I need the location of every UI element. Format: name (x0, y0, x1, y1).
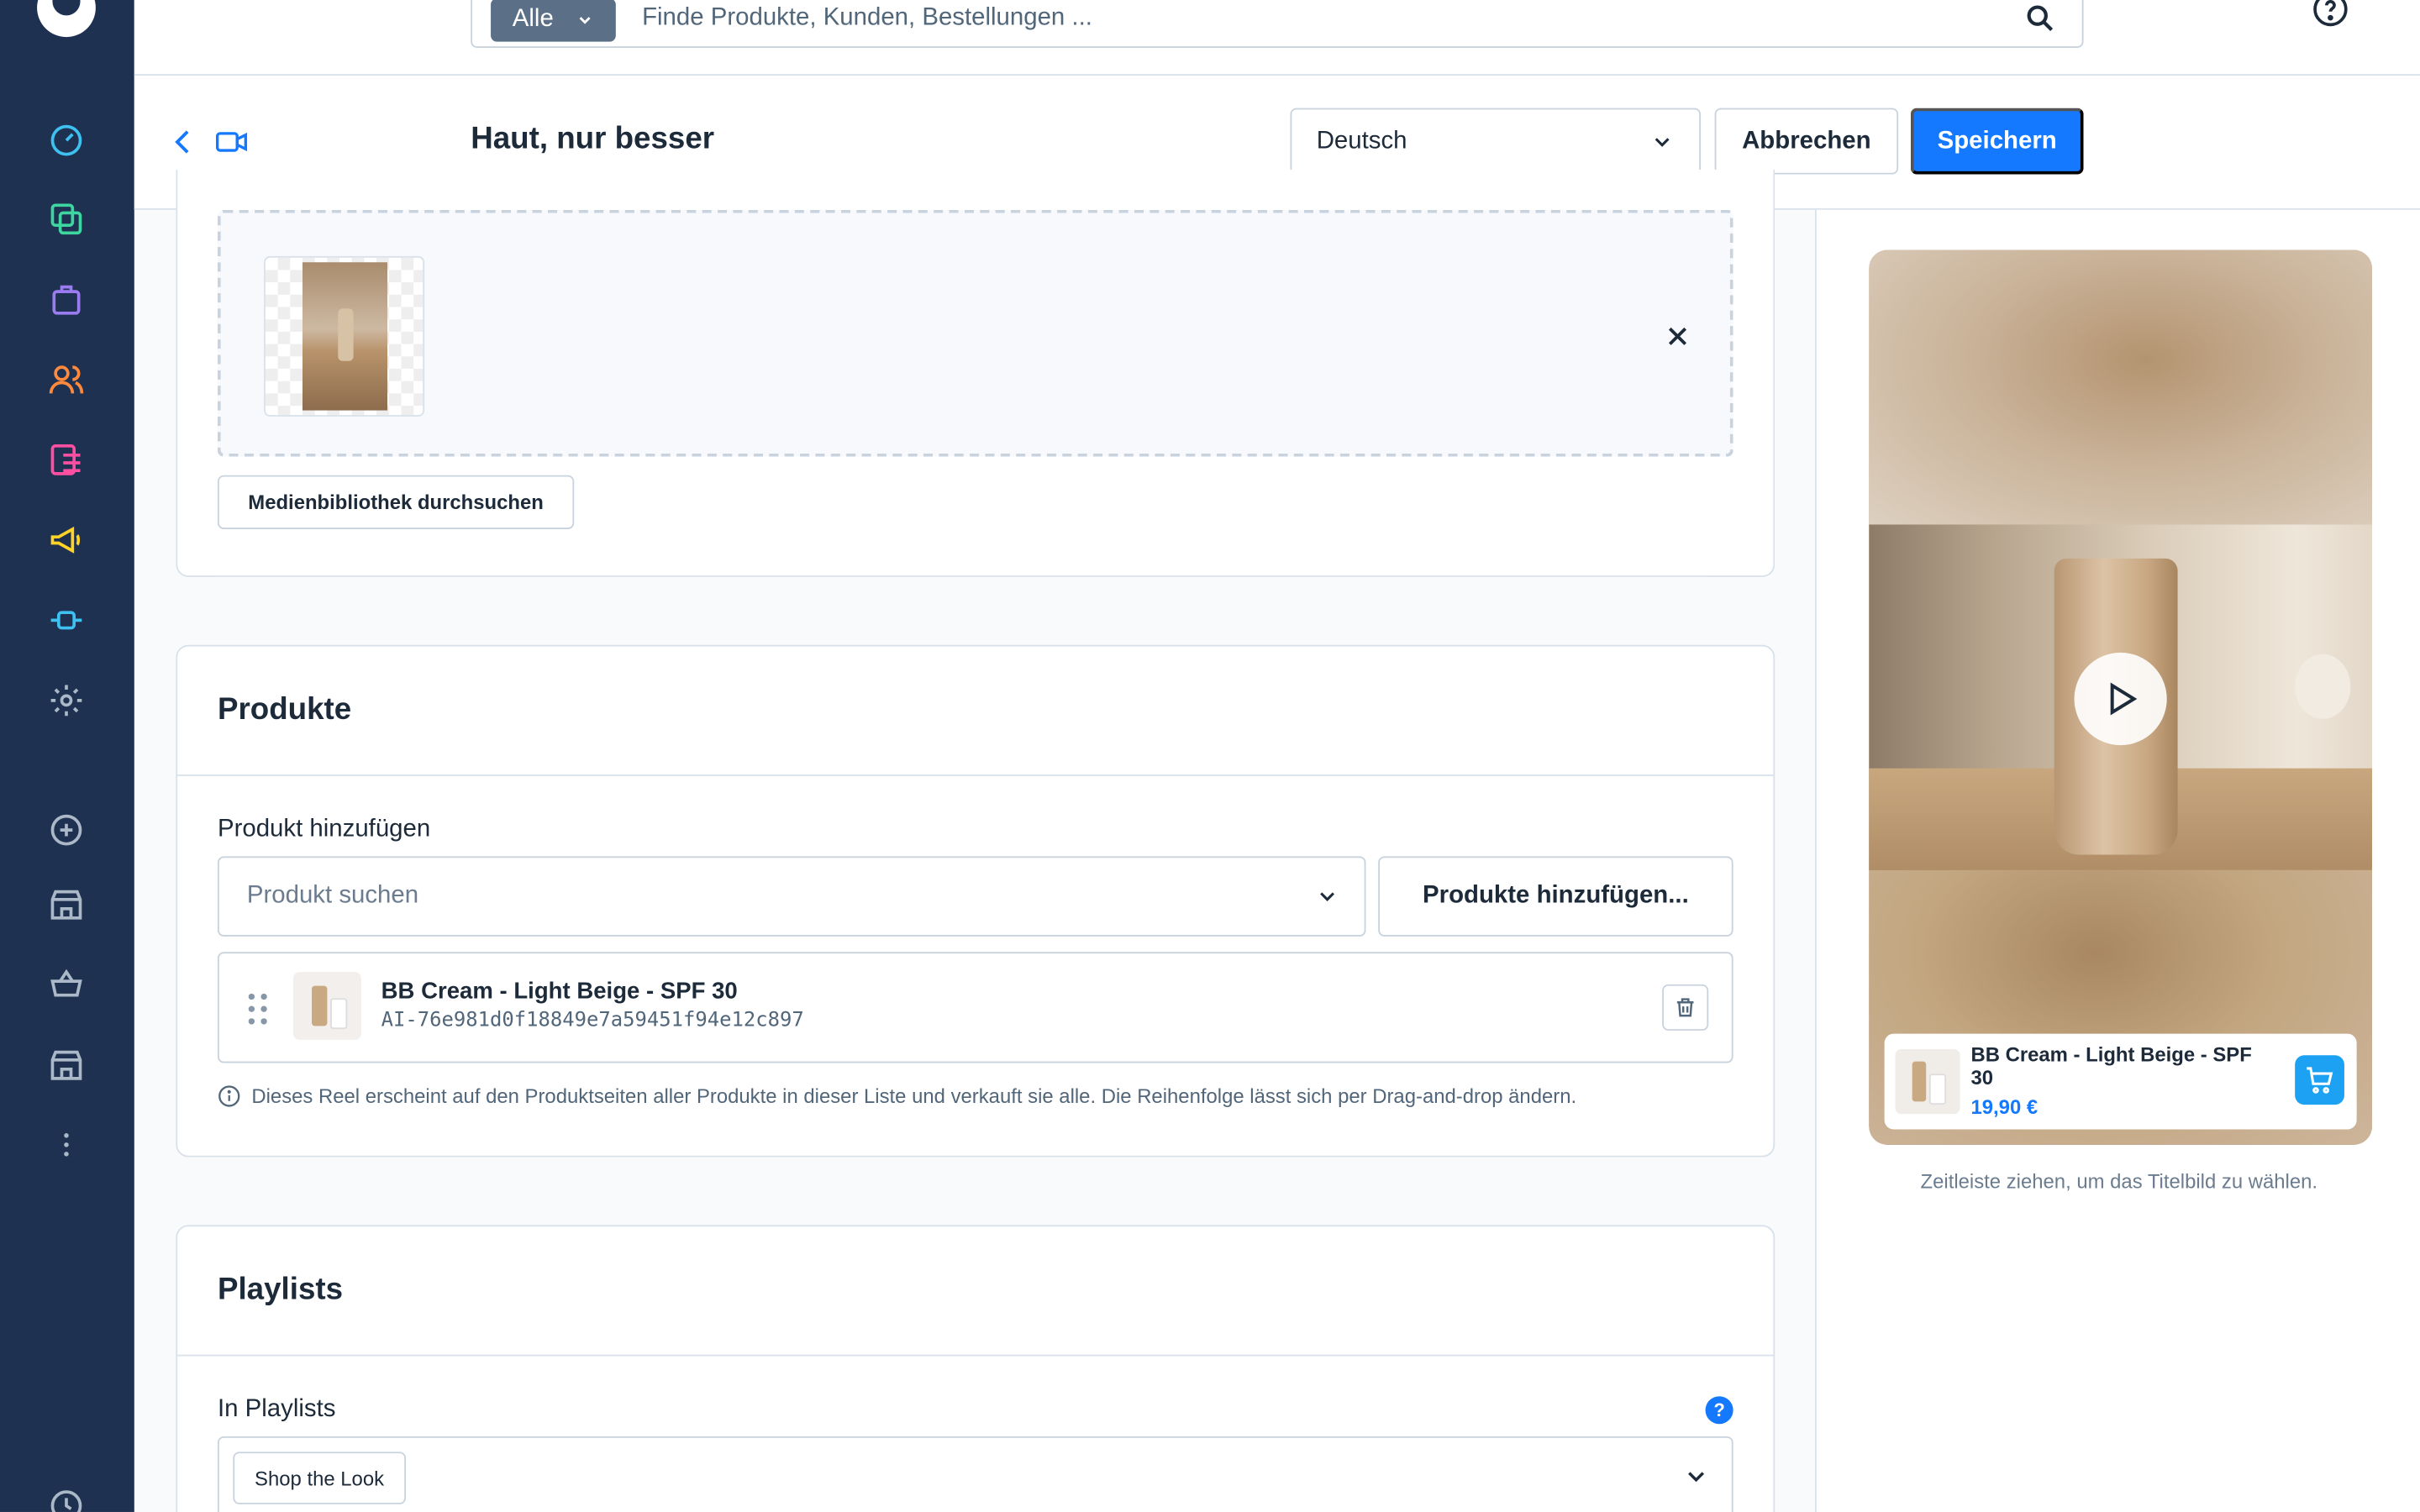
media-thumbnail-image (302, 262, 388, 411)
chevron-down-icon (579, 17, 591, 24)
timeline-hint: Zeitleiste ziehen, um das Titelbild zu w… (1920, 1169, 2318, 1193)
overlay-product-name: BB Cream - Light Beige - SPF 30 (1970, 1042, 2252, 1089)
basket-icon[interactable] (45, 963, 87, 1005)
video-camera-icon (215, 132, 248, 152)
page-title: Haut, nur besser (471, 122, 715, 156)
media-dropzone[interactable] (217, 209, 1733, 457)
playlist-multiselect[interactable]: Shop the Look (217, 1436, 1733, 1512)
add-to-cart-button[interactable] (2295, 1055, 2344, 1105)
marketing-megaphone-icon[interactable] (45, 518, 87, 561)
back-arrow-icon[interactable] (168, 127, 199, 158)
help-badge-icon[interactable]: ? (1705, 1396, 1733, 1425)
add-sales-channel-icon[interactable] (45, 808, 87, 851)
info-icon (218, 1085, 240, 1107)
product-sku: AI-76e981d0f18849e7a59451f94e12c897 (381, 1009, 804, 1032)
extensions-plug-icon[interactable] (45, 599, 87, 642)
product-thumbnail (292, 972, 361, 1040)
products-hint: Dieses Reel erscheint auf den Produktsei… (218, 1084, 1576, 1108)
play-icon (2110, 682, 2138, 716)
product-list-item[interactable]: BB Cream - Light Beige - SPF 30 AI-76e98… (217, 952, 1733, 1063)
playlists-card-header: Playlists (177, 1226, 1774, 1357)
media-card: Medienbibliothek durchsuchen (176, 170, 1776, 577)
preview-panel: BB Cream - Light Beige - SPF 30 19,90 € … (1814, 209, 2420, 1512)
product-overlay-card[interactable]: BB Cream - Light Beige - SPF 30 19,90 € (1884, 1033, 2357, 1130)
drag-handle-icon[interactable] (247, 990, 269, 1027)
language-select-value: Deutsch (1316, 127, 1407, 154)
overlay-product-thumbnail (1895, 1048, 1960, 1115)
playlist-chip[interactable]: Shop the Look (233, 1452, 406, 1504)
storefront-icon[interactable] (45, 883, 87, 926)
products-card: Produkte Produkt hinzufügen Produkt such… (176, 644, 1776, 1158)
video-vase (2295, 654, 2351, 719)
chevron-down-icon (1688, 1472, 1705, 1483)
products-hint-text: Dieses Reel erscheint auf den Produktsei… (251, 1084, 1577, 1108)
video-preview[interactable]: BB Cream - Light Beige - SPF 30 19,90 € (1869, 249, 2373, 1145)
storefront-2-icon[interactable] (45, 1043, 87, 1086)
products-title: Produkte (217, 692, 352, 727)
video-blur-top (1869, 249, 2373, 525)
language-select[interactable]: Deutsch (1290, 108, 1702, 175)
products-card-header: Produkte (177, 647, 1774, 776)
media-library-button[interactable]: Medienbibliothek durchsuchen (217, 475, 575, 529)
search-scope-select[interactable]: Alle (491, 0, 616, 42)
chevron-down-icon (1655, 137, 1670, 146)
search-scope-label: Alle (512, 6, 554, 33)
add-products-button[interactable]: Produkte hinzufügen... (1378, 856, 1733, 937)
sidebar (0, 0, 134, 1512)
playlists-card: Playlists In Playlists ? Shop the Look (176, 1225, 1776, 1512)
dashboard-icon[interactable] (45, 118, 87, 160)
cart-icon (2307, 1067, 2333, 1094)
delete-product-button[interactable] (1662, 984, 1709, 1031)
save-button[interactable]: Speichern (1910, 108, 2084, 175)
catalog-icon[interactable] (45, 197, 87, 240)
content-icon[interactable] (45, 438, 87, 481)
global-search: Alle (471, 0, 2084, 48)
playlists-title: Playlists (217, 1273, 344, 1307)
remove-media-icon[interactable] (1662, 321, 1693, 352)
app-root: Alle Haut, nur besser Deutsch Abbrechen … (0, 0, 2420, 1512)
add-product-label: Produkt hinzufügen (217, 816, 431, 843)
top-bar: Alle (134, 0, 2420, 76)
help-circle-icon[interactable] (2312, 0, 2349, 28)
search-icon[interactable] (2023, 2, 2057, 35)
cancel-button[interactable]: Abbrechen (1714, 108, 1899, 175)
trash-icon (1676, 998, 1694, 1017)
media-thumbnail[interactable] (264, 255, 425, 417)
more-icon[interactable] (45, 1123, 87, 1166)
clock-icon[interactable] (45, 1484, 87, 1512)
logo-icon[interactable] (37, 0, 96, 38)
product-search-select[interactable]: Produkt suchen (217, 856, 1366, 937)
orders-bag-icon[interactable] (45, 278, 87, 321)
in-playlists-label: In Playlists (217, 1396, 336, 1423)
product-name: BB Cream - Light Beige - SPF 30 (381, 978, 738, 1005)
play-button[interactable] (2074, 652, 2167, 746)
product-search-placeholder: Produkt suchen (246, 882, 419, 909)
overlay-product-price: 19,90 € (1970, 1095, 2039, 1119)
search-input[interactable] (642, 0, 2001, 39)
customers-icon[interactable] (45, 358, 87, 401)
chevron-down-icon (1320, 892, 1334, 901)
settings-gear-icon[interactable] (45, 679, 87, 722)
